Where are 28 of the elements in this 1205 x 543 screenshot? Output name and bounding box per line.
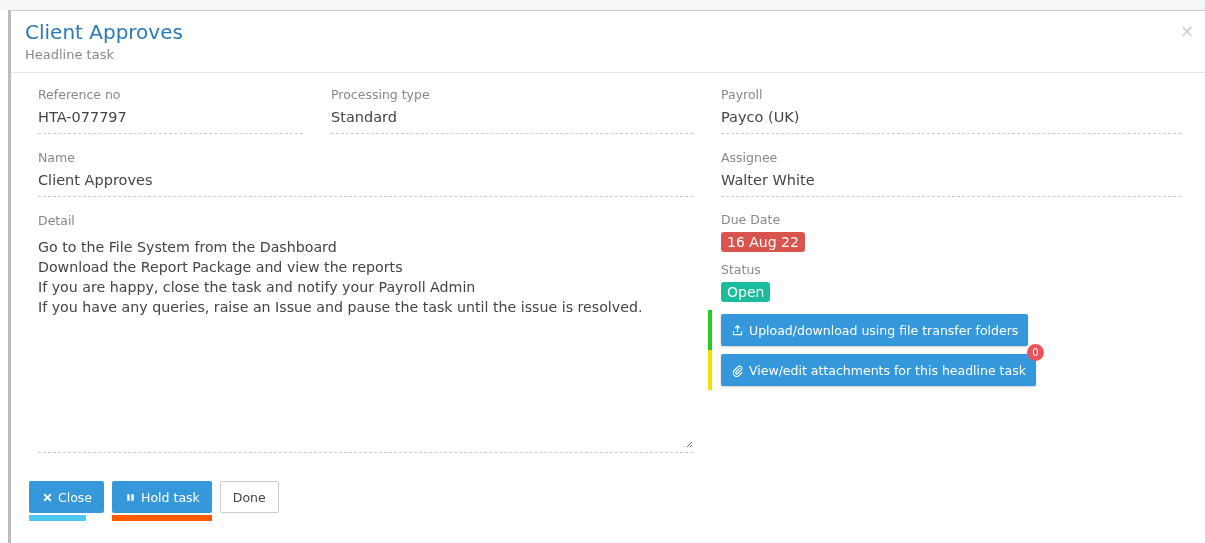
field-label: Name <box>38 150 76 166</box>
field-label: Processing type <box>331 87 431 103</box>
resize-grip-icon[interactable] <box>685 440 693 448</box>
due-date-badge: 16 Aug 22 <box>721 232 805 252</box>
modal-subtitle: Headline task <box>25 46 115 64</box>
status-badge: Open <box>721 282 771 302</box>
close-button[interactable]: Close <box>29 481 105 513</box>
upload-button[interactable]: Upload/download using file transfer folders <box>721 314 1029 346</box>
field-label: Due Date <box>721 212 782 228</box>
upload-icon <box>731 323 744 337</box>
paperclip-icon <box>731 363 744 377</box>
modal-title: Client Approves <box>25 19 183 45</box>
field-value: Client Approves <box>38 171 154 190</box>
field-label: Detail <box>38 213 76 229</box>
detail-text: Download the Report Package and view the reports <box>38 258 404 277</box>
field-label: Reference no <box>38 87 122 103</box>
detail-text: If you have any queries, raise an Issue and pause the task until the issue is resolved. <box>38 298 644 317</box>
field-label: Status <box>721 262 762 278</box>
done-button[interactable]: Done <box>219 481 279 513</box>
field-label: Payroll <box>721 87 764 103</box>
field-value: Walter White <box>721 171 816 190</box>
hold-button[interactable]: Hold task <box>112 481 212 513</box>
field-value: Payco (UK) <box>721 108 801 127</box>
field-value: Standard <box>331 108 398 127</box>
detail-text: Go to the File System from the Dashboard <box>38 238 338 257</box>
field-value: HTA-077797 <box>38 108 128 127</box>
field-label: Assignee <box>721 150 779 166</box>
detail-text: If you are happy, close the task and notify your Payroll Admin <box>38 278 477 297</box>
